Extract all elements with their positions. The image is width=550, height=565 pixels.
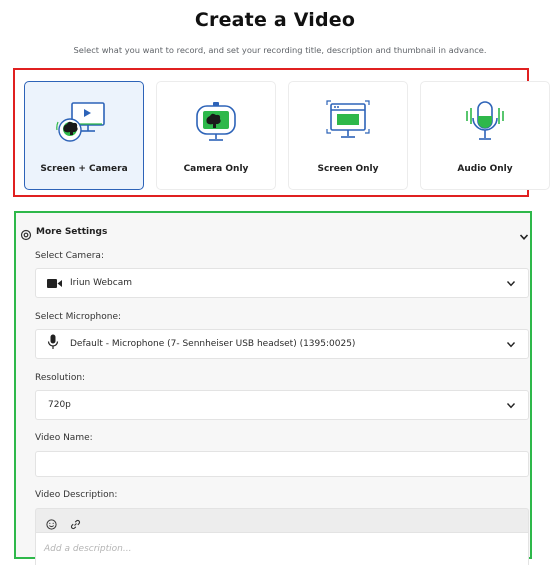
mode-card-screen-only[interactable]: Screen Only [288, 81, 408, 190]
chevron-down-icon [506, 274, 516, 293]
camera-label: Select Camera: [35, 251, 104, 261]
camera-icon [157, 100, 275, 144]
screen-icon [289, 100, 407, 144]
resolution-select[interactable]: 720p [35, 390, 529, 420]
more-settings-label: More Settings [36, 227, 108, 237]
chevron-down-icon [506, 335, 516, 354]
video-description-label: Video Description: [35, 490, 118, 500]
mode-card-audio-only[interactable]: Audio Only [420, 81, 550, 190]
page-subtitle: Select what you want to record, and set … [73, 45, 487, 55]
screen-camera-icon [25, 100, 143, 144]
settings-gear-icon [20, 226, 32, 245]
microphone-select[interactable]: Default - Microphone (7- Sennheiser USB … [35, 329, 529, 359]
resolution-label: Resolution: [35, 373, 86, 383]
mode-label: Screen Only [317, 164, 379, 174]
more-settings-toggle[interactable]: More Settings [20, 226, 530, 241]
video-camera-icon [47, 274, 62, 293]
microphone-icon [421, 100, 549, 144]
chevron-down-icon [506, 396, 516, 415]
description-toolbar [35, 508, 529, 532]
page-title: Create a Video [194, 9, 356, 31]
chevron-down-icon [519, 227, 529, 246]
video-name-label: Video Name: [35, 433, 93, 443]
video-name-input[interactable] [35, 451, 529, 477]
camera-select[interactable]: Iriun Webcam [35, 268, 529, 298]
microphone-icon [47, 334, 59, 354]
mode-label: Screen + Camera [40, 164, 128, 174]
microphone-value: Default - Microphone (7- Sennheiser USB … [70, 339, 356, 349]
description-placeholder: Add a description... [44, 544, 132, 554]
resolution-value: 720p [48, 400, 71, 410]
microphone-label: Select Microphone: [35, 312, 122, 322]
video-description-input[interactable]: Add a description... [35, 532, 529, 565]
mode-label: Camera Only [183, 164, 249, 174]
mode-card-screen-camera[interactable]: Screen + Camera [24, 81, 144, 190]
mode-label: Audio Only [457, 164, 513, 174]
more-settings-panel [14, 211, 532, 559]
camera-value: Iriun Webcam [70, 278, 132, 288]
mode-card-camera-only[interactable]: Camera Only [156, 81, 276, 190]
